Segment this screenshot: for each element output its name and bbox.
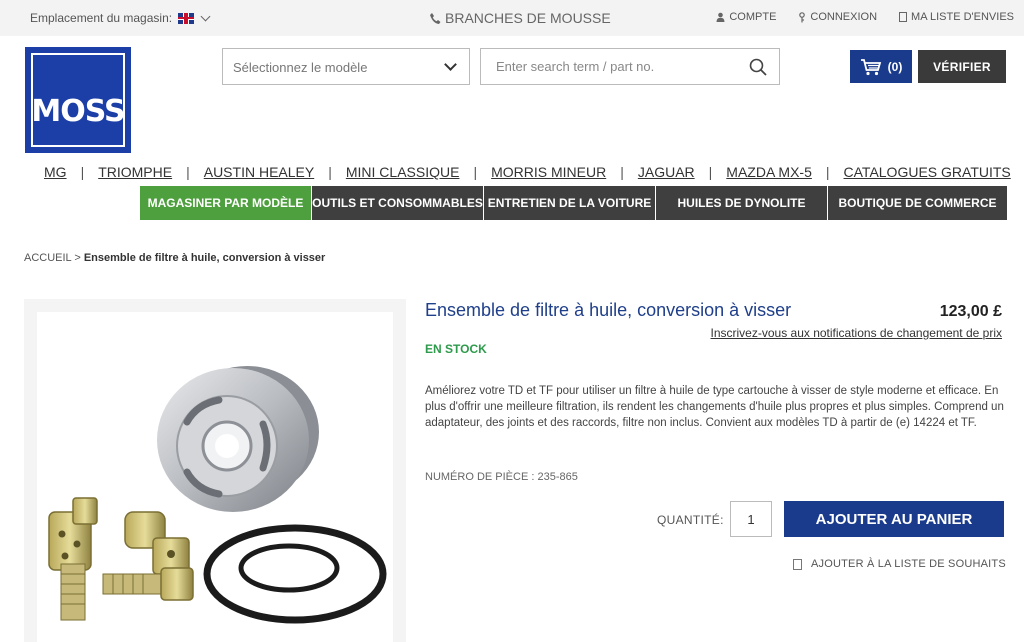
product-title: Ensemble de filtre à huile, conversion à… [425,300,792,320]
part-number: NUMÉRO DE PIÈCE : 235-865 [425,471,578,483]
nav-separator: | [80,164,85,180]
category-shop-by-model[interactable]: MAGASINER PAR MODÈLE [140,186,312,220]
product-description: Améliorez votre TD et TF pour utiliser u… [425,385,1004,429]
nav-separator: | [473,164,478,180]
stock-status: EN STOCK [425,342,487,356]
product-image-panel [24,299,406,642]
logo-text: MOSS [31,93,125,129]
model-select-value: Sélectionnez le modèle [233,60,368,75]
quantity-input[interactable] [730,501,772,537]
add-to-wishlist-link[interactable]: AJOUTER À LA LISTE DE SOUHAITS [793,558,1006,570]
top-bar: Emplacement du magasin: BRANCHES DE MOUS… [0,0,1024,36]
nav-separator: | [825,164,830,180]
brand-nav: MG | TRIOMPHE | AUSTIN HEALEY | MINI CLA… [44,164,1011,180]
wishlist-link[interactable]: MA LISTE D'ENVIES [899,11,1014,23]
branches-link[interactable]: BRANCHES DE MOUSSE [429,10,611,26]
category-tools-consumables[interactable]: OUTILS ET CONSOMMABLES [312,186,484,220]
oil-filter-kit-illustration [48,366,387,624]
phone-icon [430,12,441,24]
product-image[interactable] [37,312,393,642]
moss-logo[interactable]: MOSS [25,47,131,153]
brand-nav-free-catalogues[interactable]: CATALOGUES GRATUITS [844,164,1011,180]
store-location-label: Emplacement du magasin: [30,11,173,25]
breadcrumb: ACCUEIL > Ensemble de filtre à huile, co… [24,252,325,264]
login-link[interactable]: CONNEXION [798,11,877,23]
key-icon [799,11,806,22]
login-label: CONNEXION [810,11,878,23]
chevron-down-icon [200,11,211,21]
brand-nav-mg[interactable]: MG [44,164,67,180]
category-car-care[interactable]: ENTRETIEN DE LA VOITURE [484,186,656,220]
wishlist-icon [793,558,802,570]
branches-label: BRANCHES DE MOUSSE [445,10,611,26]
cart-button[interactable]: (0) [850,50,912,83]
quantity-label: QUANTITÉ: [657,513,724,527]
cart-count: (0) [887,59,903,74]
nav-separator: | [620,164,624,180]
breadcrumb-home[interactable]: ACCUEIL [24,252,71,264]
nav-separator: | [708,164,713,180]
brand-nav-morris-minor[interactable]: MORRIS MINEUR [491,164,606,180]
wishlist-label: MA LISTE D'ENVIES [911,11,1014,23]
add-to-cart-button[interactable]: AJOUTER AU PANIER [784,501,1004,537]
add-to-wishlist-label: AJOUTER À LA LISTE DE SOUHAITS [811,558,1006,570]
search-icon[interactable] [749,58,767,76]
category-nav: MAGASINER PAR MODÈLE OUTILS ET CONSOMMAB… [140,186,1007,220]
search-box [480,48,780,85]
model-select[interactable]: Sélectionnez le modèle [222,48,470,85]
uk-flag-icon [178,12,195,24]
product-price: 123,00 £ [939,303,1002,320]
breadcrumb-current: Ensemble de filtre à huile, conversion à… [83,252,326,264]
user-icon [716,12,725,22]
nav-separator: | [328,164,332,180]
cart-icon [860,58,881,75]
category-dynolite-oils[interactable]: HUILES DE DYNOLITE [656,186,828,220]
list-icon [899,12,908,22]
search-input[interactable] [481,49,731,84]
nav-separator: | [186,164,190,180]
verify-button[interactable]: VÉRIFIER [918,50,1006,83]
store-location-selector[interactable]: Emplacement du magasin: [30,11,211,25]
breadcrumb-separator: > [74,252,81,264]
price-notification-link[interactable]: Inscrivez-vous aux notifications de chan… [711,326,1003,340]
brand-nav-austin-healey[interactable]: AUSTIN HEALEY [204,164,314,180]
brand-nav-mazda-mx5[interactable]: MAZDA MX-5 [726,164,812,180]
account-link[interactable]: COMPTE [716,11,776,23]
brand-nav-jaguar[interactable]: JAGUAR [638,164,695,180]
brand-nav-mini-classic[interactable]: MINI CLASSIQUE [346,164,460,180]
brand-nav-triumph[interactable]: TRIOMPHE [98,164,172,180]
account-label: COMPTE [729,11,777,23]
chevron-down-icon [444,58,457,71]
category-shop[interactable]: BOUTIQUE DE COMMERCE [828,186,1007,220]
